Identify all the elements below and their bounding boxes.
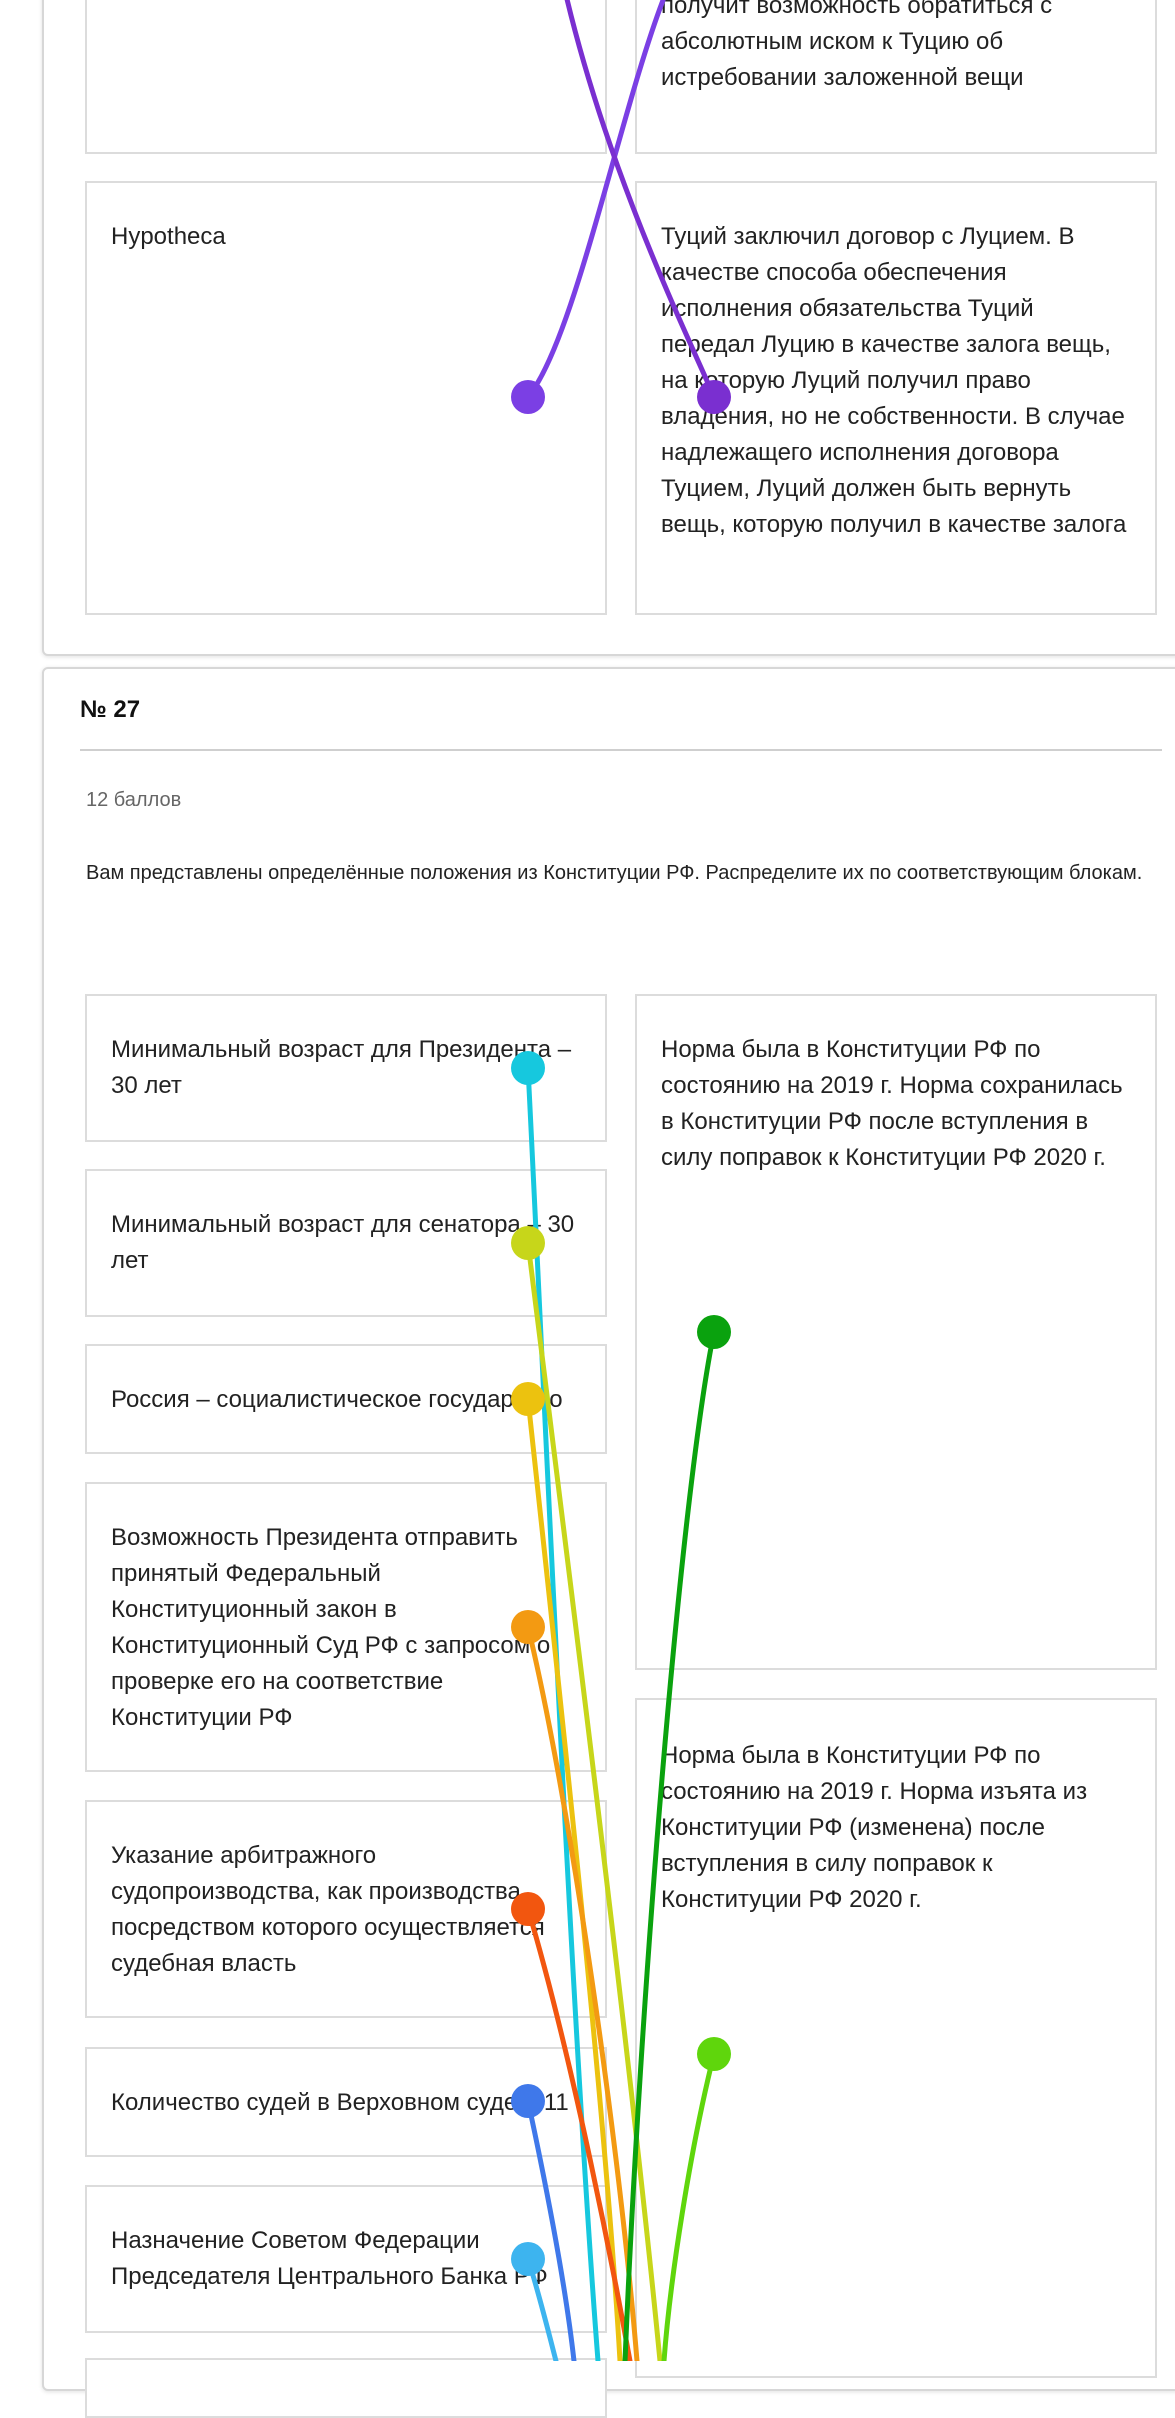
left-item-text: Указание арбитражного судопроизводства, …	[111, 1842, 545, 1977]
right-block-text: Норма была в Конституции РФ по состоянию…	[661, 1036, 1123, 1171]
match-right-item-text: Туций заключил договор с Луцием. В качес…	[661, 223, 1127, 538]
connector-handle[interactable]	[511, 2084, 545, 2118]
connector-handle[interactable]	[511, 380, 545, 414]
left-item-text: Минимальный возраст для сенатора – 30 ле…	[111, 1211, 575, 1274]
question-divider	[80, 749, 1162, 751]
match-right-item-text: получит возможность обратиться с абсолют…	[661, 0, 1053, 91]
connector-handle[interactable]	[697, 1315, 731, 1349]
match-left-item-empty[interactable]	[85, 0, 607, 154]
connector-handle[interactable]	[511, 2242, 545, 2276]
connector-handle[interactable]	[511, 1051, 545, 1085]
left-item-text: Минимальный возраст для Президента – 30 …	[111, 1036, 572, 1099]
connector-handle[interactable]	[511, 1892, 545, 1926]
left-item-text: Возможность Президента отправить приняты…	[111, 1524, 551, 1731]
question-points: 12 баллов	[86, 789, 182, 811]
left-item-text: Назначение Советом Федерации Председател…	[111, 2227, 548, 2290]
connector-handle[interactable]	[511, 1226, 545, 1260]
left-item-text: Россия – социалистическое государство	[111, 1386, 563, 1413]
left-item-next-partial[interactable]	[85, 2358, 607, 2418]
connector-handle[interactable]	[697, 380, 731, 414]
connector-handle[interactable]	[511, 1382, 545, 1416]
match-left-item-text: Hypotheca	[111, 223, 226, 250]
match-right-item[interactable]: получит возможность обратиться с абсолют…	[635, 0, 1157, 154]
connector-handle[interactable]	[511, 1610, 545, 1644]
connector-handle[interactable]	[697, 2037, 731, 2071]
left-item-text: Количество судей в Верховном суде – 11	[111, 2089, 569, 2116]
question-number: № 27	[80, 696, 141, 723]
right-block-text: Норма была в Конституции РФ по состоянию…	[661, 1742, 1088, 1913]
question-instruction: Вам представлены определённые положения …	[86, 862, 1143, 884]
